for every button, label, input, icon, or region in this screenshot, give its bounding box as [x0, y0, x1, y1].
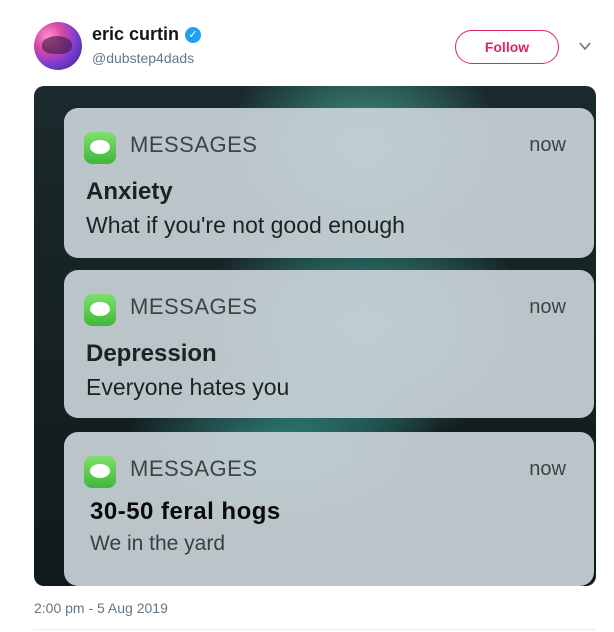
tweet-media-image[interactable]: MESSAGES now Anxiety What if you're not … — [34, 86, 596, 586]
notification-title: Anxiety — [86, 178, 173, 205]
notification-body: We in the yard — [90, 532, 226, 555]
notification-title: Depression — [86, 340, 217, 367]
messages-app-icon — [84, 456, 116, 488]
notification-body: What if you're not good enough — [86, 212, 405, 238]
avatar[interactable] — [34, 22, 82, 70]
follow-button[interactable]: Follow — [455, 30, 559, 64]
notification-app-label: MESSAGES — [130, 456, 258, 481]
verified-badge-icon: ✓ — [185, 27, 201, 43]
divider — [34, 629, 596, 630]
notification-time: now — [529, 458, 566, 480]
notification-card: MESSAGES now Anxiety What if you're not … — [64, 108, 594, 258]
notification-app-label: MESSAGES — [130, 294, 258, 319]
tweet-header: eric curtin ✓ @dubstep4dads Follow — [0, 0, 614, 84]
notification-body: Everyone hates you — [86, 374, 290, 400]
chevron-down-icon[interactable] — [577, 38, 593, 54]
display-name[interactable]: eric curtin — [92, 24, 179, 45]
user-handle[interactable]: @dubstep4dads — [92, 50, 194, 66]
messages-app-icon — [84, 132, 116, 164]
notification-time: now — [529, 134, 566, 156]
notification-title: 30-50 feral hogs — [90, 498, 281, 525]
notification-time: now — [529, 296, 566, 318]
messages-app-icon — [84, 294, 116, 326]
notification-card: MESSAGES now 30-50 feral hogs We in the … — [64, 432, 594, 586]
notification-app-label: MESSAGES — [130, 132, 258, 157]
notification-card: MESSAGES now Depression Everyone hates y… — [64, 270, 594, 418]
tweet-timestamp[interactable]: 2:00 pm - 5 Aug 2019 — [34, 600, 168, 616]
